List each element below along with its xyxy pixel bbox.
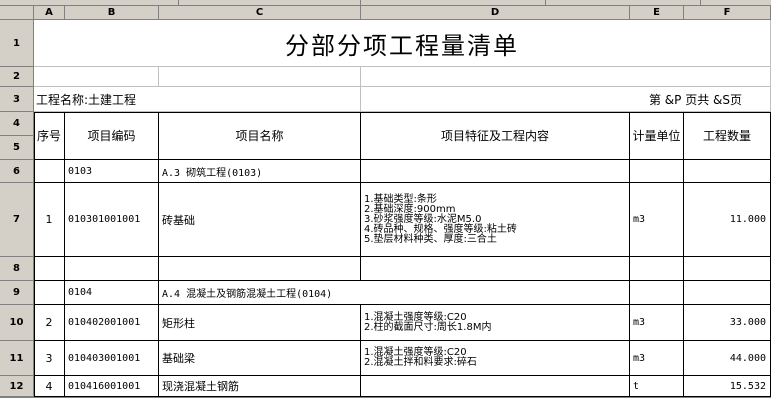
table-left-border [34, 112, 35, 397]
item-unit[interactable]: t [630, 376, 684, 397]
page-info-cell[interactable]: 第 &P 页共 &S页 [361, 87, 771, 112]
item-features[interactable] [361, 376, 630, 397]
item-unit[interactable]: m3 [630, 341, 684, 376]
empty-cell[interactable] [361, 67, 771, 87]
table-cell[interactable] [684, 257, 771, 281]
item-code[interactable]: 010416001001 [65, 376, 159, 397]
row-header-8[interactable]: 8 [0, 257, 34, 281]
item-code[interactable]: 010301001001 [65, 183, 159, 257]
item-name[interactable]: 基础梁 [159, 341, 361, 376]
item-name[interactable]: 砖基础 [159, 183, 361, 257]
row-header-11[interactable]: 11 [0, 341, 34, 376]
row-header-7[interactable]: 7 [0, 183, 34, 257]
item-code[interactable]: 010402001001 [65, 305, 159, 341]
item-features[interactable]: 1.混凝土强度等级:C20 2.柱的截面尺寸:周长1.8M内 [361, 305, 630, 341]
section-title[interactable]: A.3 砌筑工程(0103) [159, 160, 361, 183]
item-qty[interactable]: 11.000 [684, 183, 771, 257]
header-name[interactable]: 项目名称 [159, 112, 361, 160]
empty-cell[interactable] [34, 67, 159, 87]
empty-cell[interactable] [159, 67, 361, 87]
table-cell[interactable] [34, 281, 65, 305]
item-unit[interactable]: m3 [630, 183, 684, 257]
item-code[interactable]: 010403001001 [65, 341, 159, 376]
item-features[interactable]: 1.基础类型:条形 2.基础深度:900mm 3.砂浆强度等级:水泥M5.0 4… [361, 183, 630, 257]
feature-line: 2.基础深度:900mm [364, 203, 456, 215]
column-header-d[interactable]: D [361, 6, 630, 20]
sheet-title[interactable]: 分部分项工程量清单 [34, 20, 771, 67]
table-cell[interactable] [684, 281, 771, 305]
feature-line: 5.垫层材料种类、厚度:三合土 [364, 233, 497, 245]
table-cell[interactable] [65, 257, 159, 281]
item-seq[interactable]: 4 [34, 376, 65, 397]
table-cell[interactable] [361, 160, 630, 183]
column-header-b[interactable]: B [65, 6, 159, 20]
item-qty[interactable]: 44.000 [684, 341, 771, 376]
item-seq[interactable]: 1 [34, 183, 65, 257]
item-name[interactable]: 现浇混凝土钢筋 [159, 376, 361, 397]
select-all-corner[interactable] [0, 6, 34, 20]
feature-line: 1.混凝土强度等级:C20 [364, 311, 467, 323]
table-cell[interactable] [361, 281, 630, 305]
item-seq[interactable]: 3 [34, 341, 65, 376]
feature-line: 3.砂浆强度等级:水泥M5.0 [364, 213, 482, 225]
row-header-6[interactable]: 6 [0, 160, 34, 183]
header-unit[interactable]: 计量单位 [630, 112, 684, 160]
feature-line: 1.基础类型:条形 [364, 193, 437, 205]
top-strip-tick [360, 0, 361, 5]
table-cell[interactable] [34, 257, 65, 281]
column-header-a[interactable]: A [34, 6, 65, 20]
header-features[interactable]: 项目特征及工程内容 [361, 112, 630, 160]
table-cell[interactable] [684, 160, 771, 183]
row-header-1[interactable]: 1 [0, 20, 34, 67]
item-qty[interactable]: 15.532 [684, 376, 771, 397]
table-cell[interactable] [159, 257, 361, 281]
item-code[interactable]: 0104 [65, 281, 159, 305]
section-title[interactable]: A.4 混凝土及钢筋混凝土工程(0104) [159, 281, 361, 305]
project-name-cell[interactable]: 工程名称:土建工程 [34, 87, 361, 112]
top-strip-tick [700, 0, 701, 5]
row-header-3[interactable]: 3 [0, 87, 34, 112]
row-header-9[interactable]: 9 [0, 281, 34, 305]
table-cell[interactable] [630, 281, 684, 305]
sheet-bottom-edge [0, 397, 771, 398]
header-seq[interactable]: 序号 [34, 112, 65, 160]
item-code[interactable]: 0103 [65, 160, 159, 183]
feature-line: 4.砖品种、规格、强度等级:粘土砖 [364, 223, 517, 235]
row-header-4[interactable]: 4 [0, 112, 34, 136]
table-top-border [34, 112, 771, 113]
table-cell[interactable] [34, 160, 65, 183]
header-code[interactable]: 项目编码 [65, 112, 159, 160]
top-strip-tick [545, 0, 546, 5]
column-header-c[interactable]: C [159, 6, 361, 20]
row-header-10[interactable]: 10 [0, 305, 34, 341]
item-name[interactable]: 矩形柱 [159, 305, 361, 341]
item-seq[interactable]: 2 [34, 305, 65, 341]
row-header-5[interactable]: 5 [0, 136, 34, 160]
row-header-2[interactable]: 2 [0, 67, 34, 87]
table-cell[interactable] [630, 257, 684, 281]
item-features[interactable]: 1.混凝土强度等级:C20 2.混凝土拌和料要求:碎石 [361, 341, 630, 376]
table-cell[interactable] [630, 160, 684, 183]
item-qty[interactable]: 33.000 [684, 305, 771, 341]
row-header-12[interactable]: 12 [0, 376, 34, 397]
item-unit[interactable]: m3 [630, 305, 684, 341]
top-strip-tick [178, 0, 179, 5]
table-cell[interactable] [361, 257, 630, 281]
column-header-e[interactable]: E [630, 6, 684, 20]
column-header-f[interactable]: F [684, 6, 771, 20]
feature-line: 2.柱的截面尺寸:周长1.8M内 [364, 321, 492, 333]
feature-line: 2.混凝土拌和料要求:碎石 [364, 357, 477, 368]
header-qty[interactable]: 工程数量 [684, 112, 771, 160]
